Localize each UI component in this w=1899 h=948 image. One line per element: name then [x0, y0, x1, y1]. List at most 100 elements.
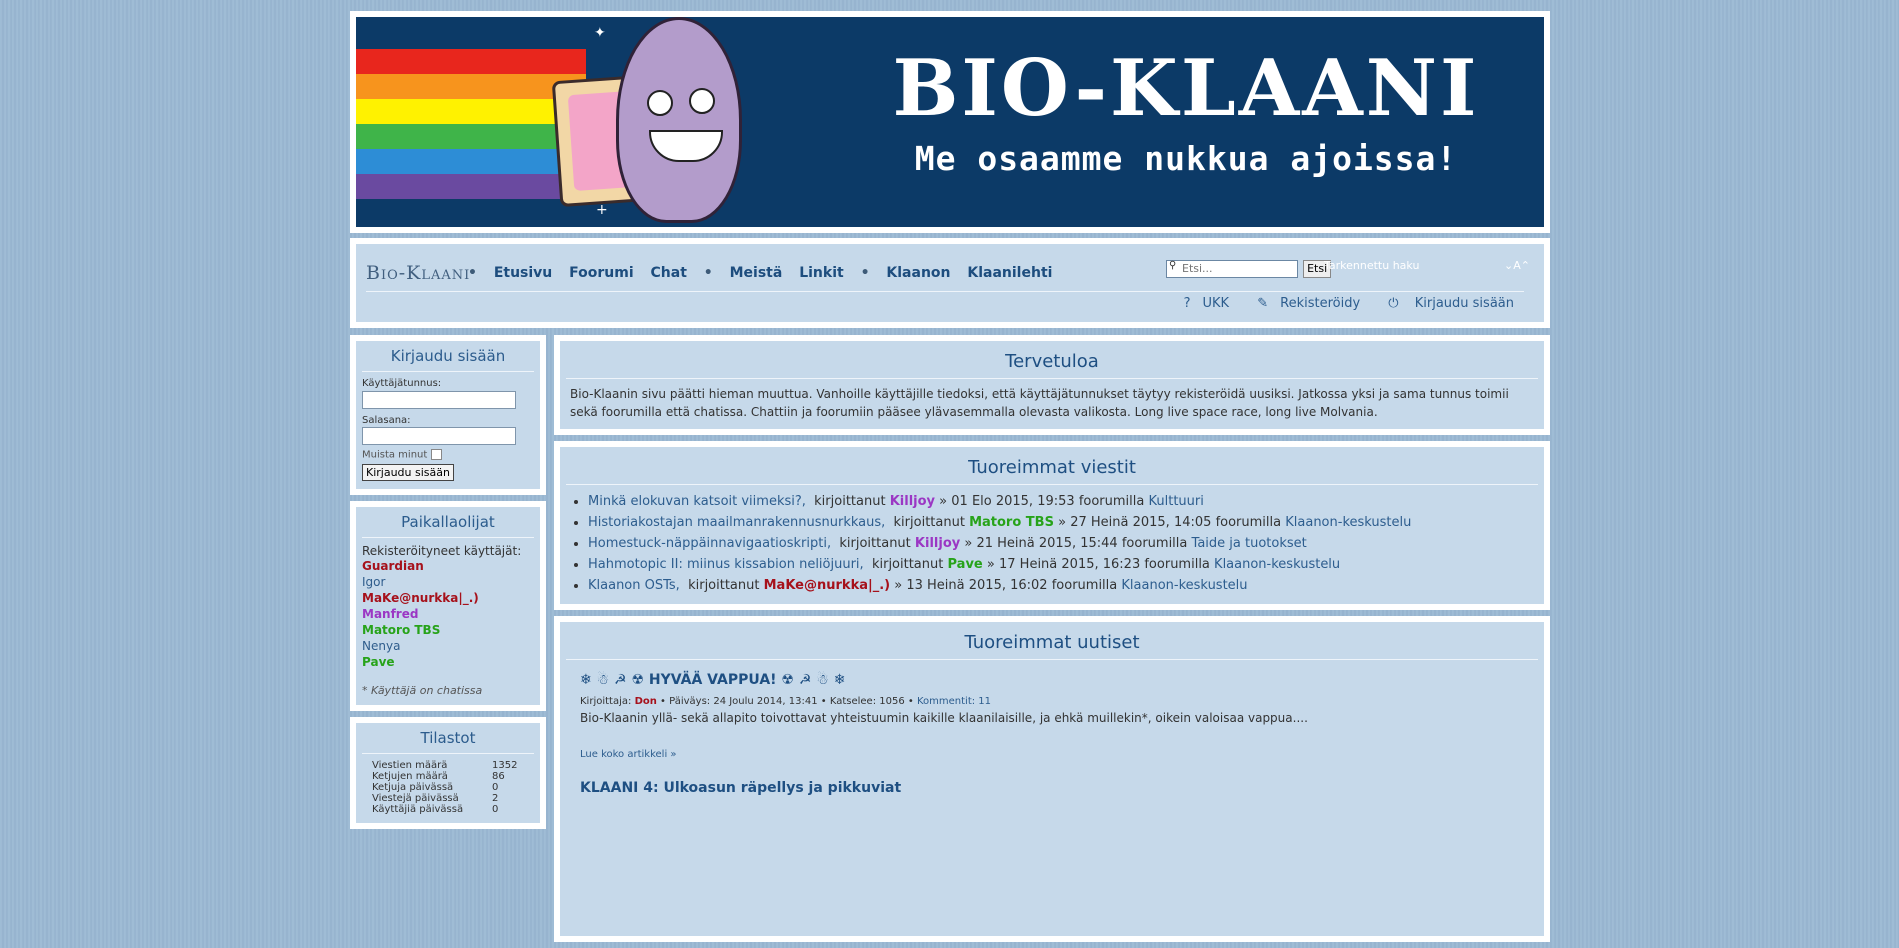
search-form: ⚲ Etsi — [1166, 257, 1332, 278]
font-size-label: A — [1513, 259, 1521, 272]
online-user[interactable]: Pave — [362, 654, 534, 670]
news-date-views: • Päiväys: 24 Joulu 2014, 13:41 • Katsel… — [660, 696, 914, 707]
read-more-label: Lue koko artikkeli » — [580, 749, 677, 760]
post-topic-link[interactable]: Historiakostajan maailmanrakennusnurkkau… — [588, 515, 885, 530]
news-author-link[interactable]: Don — [635, 696, 657, 707]
nav-link-etusivu[interactable]: Etusivu — [494, 265, 552, 281]
stats-row: Ketjujen määrä 86 — [372, 771, 534, 782]
news-title: Tuoreimmat uutiset — [566, 628, 1538, 660]
online-users-title: Paikallaolijat — [362, 513, 534, 538]
stats-box: Tilastot Viestien määrä 1352 Ketjujen mää… — [350, 716, 546, 829]
read-more-link[interactable]: Lue koko artikkeli » — [580, 749, 1538, 760]
advanced-search-link[interactable]: Tarkennettu haku — [1324, 259, 1419, 272]
password-field[interactable] — [362, 427, 516, 445]
recent-posts-title: Tuoreimmat viestit — [566, 453, 1538, 485]
list-item: Minkä elokuvan katsoit viimeksi?, kirjoi… — [588, 491, 1538, 512]
stats-label: Ketjujen määrä — [372, 770, 448, 782]
post-forum-link[interactable]: Kulttuuri — [1149, 494, 1204, 509]
header-banner[interactable]: ✦ + BIO-KLAANI Me osaamme nukkua ajoissa… — [356, 17, 1544, 227]
username-label: Käyttäjätunnus: — [362, 378, 442, 389]
stats-row: Käyttäjiä päivässä 0 — [372, 804, 534, 815]
stats-value: 86 — [492, 770, 505, 782]
post-date: 21 Heinä 2015, 15:44 — [976, 536, 1118, 551]
header-banner-frame: ✦ + BIO-KLAANI Me osaamme nukkua ajoissa… — [350, 11, 1550, 233]
recent-posts-panel: Tuoreimmat viestit Minkä elokuvan katsoi… — [554, 441, 1550, 610]
stats-row: Viestien määrä 1352 — [372, 760, 534, 771]
post-date: 01 Elo 2015, 19:53 — [951, 494, 1075, 509]
nav-link-chat[interactable]: Chat — [651, 265, 687, 281]
banner-title: BIO-KLAANI — [892, 43, 1480, 134]
banner-subtitle: Me osaamme nukkua ajoissa! — [914, 139, 1458, 178]
stats-label: Käyttäjiä päivässä — [372, 803, 464, 815]
site-name[interactable]: Bio-Klaani — [366, 262, 470, 284]
post-author-link[interactable]: Matoro TBS — [969, 515, 1054, 530]
list-item: Hahmotopic II: miinus kissabion neliöjuu… — [588, 554, 1538, 575]
post-separator: » — [939, 494, 948, 509]
main-nav-links: • Etusivu Foorumi Chat • Meistä Linkit •… — [468, 265, 1064, 281]
post-author-link[interactable]: MaKe@nurkka|_.) — [764, 578, 890, 593]
post-forum-link[interactable]: Taide ja tuotokset — [1192, 536, 1307, 551]
password-label: Salasana: — [362, 414, 411, 426]
nav-separator: • — [703, 265, 713, 281]
list-item: Homestuck-näppäinnavigaatioskripti, kirj… — [588, 533, 1538, 554]
stats-list: Viestien määrä 1352 Ketjujen määrä 86 Ketj… — [362, 760, 534, 815]
post-separator: » — [986, 557, 995, 572]
stats-label: Viestien määrä — [372, 759, 448, 771]
login-label: Kirjaudu sisään — [1414, 296, 1514, 311]
post-by-label: kirjoittanut — [893, 515, 965, 530]
user-links: ? UKK ✎ Rekisteröidy ⏻ Kirjaudu sisään — [1160, 296, 1514, 311]
post-by-label: kirjoittanut — [688, 578, 760, 593]
remember-me-checkbox[interactable] — [430, 449, 442, 460]
online-user[interactable]: Nenya — [362, 638, 534, 654]
nav-separator: • — [860, 265, 870, 281]
nav-link-klaanon[interactable]: Klaanon — [886, 265, 950, 281]
nav-link-foorumi[interactable]: Foorumi — [569, 265, 634, 281]
login-submit-button[interactable]: Kirjaudu sisään — [362, 463, 454, 481]
search-input[interactable] — [1166, 259, 1298, 278]
faq-link[interactable]: ? UKK — [1172, 296, 1229, 311]
online-user[interactable]: Guardian — [362, 558, 534, 574]
stats-label: Viestejä päivässä — [372, 792, 459, 804]
post-topic-link[interactable]: Minkä elokuvan katsoit viimeksi?, — [588, 494, 806, 509]
post-separator: » — [894, 578, 903, 593]
post-forum-link[interactable]: Klaanon-keskustelu — [1285, 515, 1411, 530]
nav-link-linkit[interactable]: Linkit — [799, 265, 844, 281]
username-field[interactable] — [362, 390, 516, 409]
register-link[interactable]: ✎ Rekisteröidy — [1245, 296, 1360, 311]
remember-me-row: Muista minut — [362, 449, 534, 461]
post-topic-link[interactable]: Homestuck-näppäinnavigaatioskripti, — [588, 536, 831, 551]
nav-link-klaanilehti[interactable]: Klaanilehti — [967, 265, 1052, 281]
post-by-label: kirjoittanut — [871, 557, 944, 572]
stats-title: Tilastot — [362, 729, 534, 754]
news-article-title[interactable]: KLAANI 4: Ulkoasun räpellys ja pikkuviat — [580, 780, 1538, 796]
post-author-link[interactable]: Killjoy — [890, 494, 935, 509]
online-user[interactable]: Matoro TBS — [362, 622, 534, 638]
post-author-link[interactable]: Killjoy — [915, 536, 960, 551]
post-in-label: foorumilla — [1215, 515, 1282, 530]
nav-divider — [366, 291, 1524, 292]
post-in-label: foorumilla — [1144, 557, 1210, 572]
news-comments-link[interactable]: Kommentit: 11 — [917, 696, 991, 707]
online-user[interactable]: Manfred — [362, 606, 534, 622]
search-icon: ⚲ — [1169, 260, 1177, 271]
post-forum-link[interactable]: Klaanon-keskustelu — [1121, 578, 1247, 593]
stats-value: 0 — [492, 803, 499, 815]
login-link[interactable]: ⏻ Kirjaudu sisään — [1376, 296, 1514, 311]
news-article-meta: Kirjoittaja: Don • Päiväys: 24 Joulu 201… — [580, 696, 1538, 707]
post-separator: » — [1058, 515, 1067, 530]
online-user[interactable]: MaKe@nurkka|_.) — [362, 590, 534, 606]
news-article-title[interactable]: ❄ ☃ ☭ ☢ HYVÄÄ VAPPUA! ☢ ☭ ☃ ❄ — [580, 672, 1538, 688]
list-item: Klaanon OSTs, kirjoittanut MaKe@nurkka|_… — [588, 575, 1538, 596]
post-date: 17 Heinä 2015, 16:23 — [999, 557, 1141, 572]
stats-row: Viestejä päivässä 2 — [372, 793, 534, 804]
online-user[interactable]: Igor — [362, 574, 534, 590]
post-by-label: kirjoittanut — [839, 536, 911, 551]
nav-link-meista[interactable]: Meistä — [730, 265, 783, 281]
font-size-toggle[interactable]: ⌄A⌃ — [1504, 259, 1530, 272]
post-author-link[interactable]: Pave — [948, 557, 983, 572]
post-forum-link[interactable]: Klaanon-keskustelu — [1214, 557, 1340, 572]
post-topic-link[interactable]: Klaanon OSTs, — [588, 578, 680, 593]
post-topic-link[interactable]: Hahmotopic II: miinus kissabion neliöjuu… — [588, 557, 864, 572]
register-label: Rekisteröidy — [1280, 296, 1361, 311]
post-separator: » — [964, 536, 973, 551]
